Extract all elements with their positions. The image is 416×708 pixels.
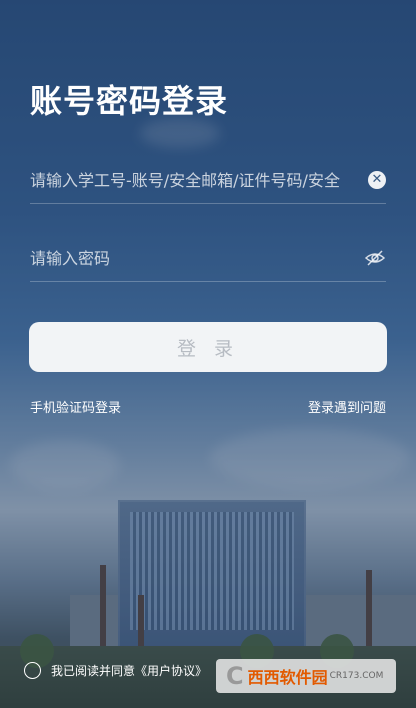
agreement-checkbox[interactable] [24, 662, 41, 679]
agreement-row: 我已阅读并同意《用户协议》 [24, 662, 207, 679]
sms-login-link[interactable]: 手机验证码登录 [30, 397, 121, 416]
account-field[interactable]: ✕ [30, 158, 386, 202]
watermark-domain: CR173.COM [329, 671, 384, 681]
watermark-logo-icon: C [226, 662, 244, 690]
close-icon[interactable]: ✕ [368, 171, 386, 189]
login-help-link[interactable]: 登录遇到问题 [308, 397, 386, 416]
divider [30, 281, 386, 282]
divider [30, 203, 386, 204]
password-field[interactable] [30, 236, 386, 280]
eye-off-icon[interactable] [364, 247, 386, 269]
watermark-brand: 西西软件园 [247, 668, 328, 687]
agreement-text[interactable]: 我已阅读并同意《用户协议》 [51, 662, 207, 679]
account-input[interactable] [30, 170, 360, 190]
watermark: C 西西软件园 CR173.COM [216, 659, 396, 693]
password-input[interactable] [30, 248, 360, 268]
page-title: 账号密码登录 [30, 82, 229, 120]
login-button[interactable]: 登 录 [29, 322, 387, 372]
